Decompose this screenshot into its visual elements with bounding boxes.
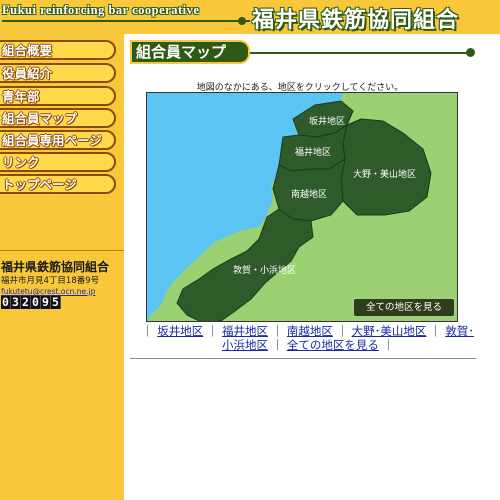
links-bar: ｜ [206,324,219,338]
org-address: 福井市月見4丁目18番9号 [1,276,100,286]
counter-digit: 2 [21,296,31,309]
link-ono[interactable]: 大野･美山地区 [352,324,427,338]
view-all-regions-button[interactable]: 全ての地区を見る [353,298,455,317]
main-content: 組合員マップ 地図のなかにある、地区をクリックしてください。 坂井地区 福井地区… [124,34,500,500]
region-links: ｜ 坂井地区 ｜ 福井地区 ｜ 南越地区 ｜ 大野･美山地区 ｜ 敦賀･小浜地区… [138,324,478,352]
page-title: 組合員マップ [130,40,250,64]
link-fukui[interactable]: 福井地区 [222,324,268,338]
link-nanetsu[interactable]: 南越地区 [287,324,333,338]
link-all[interactable]: 全ての地区を見る [287,338,379,352]
member-map: 坂井地区 福井地区 大野・美山地区 南越地区 敦賀・小浜地区 全ての地区を見る [146,92,458,322]
counter-digit: 9 [41,296,51,309]
links-bar: ｜ [336,324,348,338]
counter-digit: 0 [1,296,11,309]
links-bar: ｜ [271,338,284,352]
label-fukui: 福井地区 [295,146,331,158]
visitor-counter: 0 3 2 0 9 5 [1,296,61,309]
sidebar-item-members-only[interactable]: 組合員専用ページ [0,130,116,150]
map-canvas: 坂井地区 福井地区 大野・美山地区 南越地区 敦賀・小浜地区 [147,93,457,321]
title-rule [250,52,468,54]
sidebar-divider [0,250,124,251]
sidebar-item-overview[interactable]: 組合概要 [0,40,116,60]
sidebar-item-links[interactable]: リンク [0,152,116,172]
sidebar-item-member-map[interactable]: 組合員マップ [0,108,116,128]
site-banner: Fukui reinforcing bar cooperative 福井県鉄筋協… [0,0,500,34]
org-name: 福井県鉄筋協同組合 [1,260,110,274]
site-title-japanese: 福井県鉄筋協同組合 [252,8,460,33]
sidebar-item-top-page[interactable]: トップページ [0,174,116,194]
label-ono: 大野・美山地区 [353,168,416,180]
link-sakai[interactable]: 坂井地区 [157,324,203,338]
counter-digit: 3 [11,296,21,309]
links-bar: ｜ [142,324,154,338]
sidebar-item-youth[interactable]: 青年部 [0,86,116,106]
counter-digit: 0 [31,296,41,309]
banner-rule-dot [238,17,246,25]
label-sakai: 坂井地区 [309,115,345,127]
sidebar: 組合概要 役員紹介 青年部 組合員マップ 組合員専用ページ リンク トップページ… [0,34,124,500]
banner-rule [2,20,250,22]
site-title-english: Fukui reinforcing bar cooperative [2,3,200,17]
links-bar: ｜ [382,338,394,352]
title-rule-dot [466,48,475,57]
label-tsuruga: 敦賀・小浜地区 [233,264,296,276]
links-bar: ｜ [430,324,442,338]
label-nanetsu: 南越地区 [291,188,327,200]
counter-digit: 5 [51,296,61,309]
content-divider [130,358,476,359]
sidebar-item-officers[interactable]: 役員紹介 [0,63,116,83]
links-bar: ｜ [271,324,284,338]
